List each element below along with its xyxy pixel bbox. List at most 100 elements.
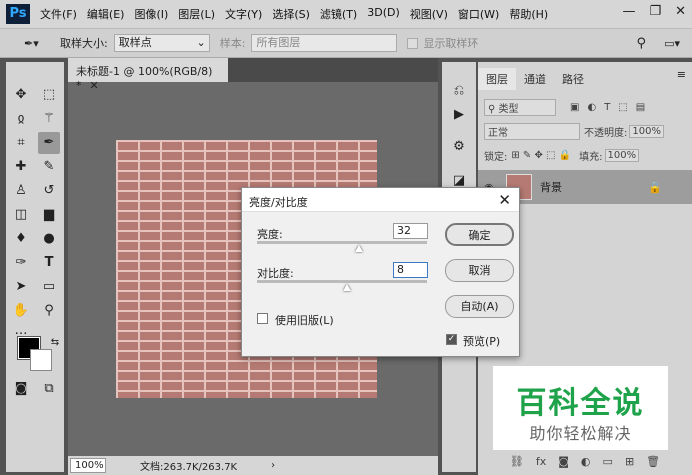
eyedropper-preset-icon[interactable]: ✒▾ bbox=[24, 37, 50, 50]
gradient-tool-icon[interactable]: ▆ bbox=[38, 204, 60, 226]
lock-pixels-icon[interactable]: ⊞ ✎ ✥ ⬚ 🔒 bbox=[511, 150, 571, 161]
opacity-label: 不透明度: bbox=[584, 127, 628, 139]
filter-pixel-icon[interactable]: ▣ bbox=[570, 102, 579, 113]
delete-icon[interactable]: 🗑 bbox=[646, 455, 660, 468]
contrast-slider-thumb[interactable] bbox=[343, 284, 352, 291]
menu-help[interactable]: 帮助(H) bbox=[509, 6, 548, 22]
move-tool-icon[interactable]: ✥ bbox=[10, 84, 32, 106]
menu-layer[interactable]: 图层(L) bbox=[178, 6, 215, 22]
menu-select[interactable]: 选择(S) bbox=[272, 6, 310, 22]
window-controls: — ❐ ✕ bbox=[622, 4, 686, 19]
close-icon[interactable]: ✕ bbox=[498, 191, 511, 209]
healing-tool-icon[interactable]: ✚ bbox=[10, 156, 32, 178]
menu-filter[interactable]: 滤镜(T) bbox=[320, 6, 357, 22]
dodge-tool-icon[interactable]: ● bbox=[38, 228, 60, 250]
menu-3d[interactable]: 3D(D) bbox=[367, 6, 400, 22]
mask-icon[interactable]: ◙ bbox=[558, 455, 569, 468]
stamp-tool-icon[interactable]: ♙ bbox=[10, 180, 32, 202]
filter-type-icon[interactable]: T bbox=[604, 102, 610, 113]
layer-filter-row: ⚲ 类型 ▣ ◐ T ⬚ ▤ bbox=[478, 96, 692, 118]
minimize-icon[interactable]: — bbox=[622, 4, 635, 19]
hand-tool-icon[interactable]: ✋ bbox=[10, 300, 32, 322]
menu-type[interactable]: 文字(Y) bbox=[225, 6, 262, 22]
layer-kind-dropdown[interactable]: ⚲ 类型 bbox=[484, 98, 556, 116]
search-icon[interactable]: ⚲ bbox=[637, 36, 647, 51]
sample-dropdown[interactable]: 所有图层 bbox=[251, 34, 398, 52]
workspace-icon[interactable]: ▭▾ bbox=[664, 37, 680, 50]
blend-mode-dropdown[interactable]: 正常 bbox=[484, 122, 580, 140]
auto-button[interactable]: 自动(A) bbox=[445, 295, 514, 318]
blur-tool-icon[interactable]: ♦ bbox=[10, 228, 32, 250]
fx-icon[interactable]: fx bbox=[536, 455, 546, 468]
menu-view[interactable]: 视图(V) bbox=[410, 6, 448, 22]
restore-icon[interactable]: ❐ bbox=[649, 4, 661, 19]
tools-panel: ✥ ⬚ ჲ ⚚ ⌗ ✒ ✚ ✎ ♙ ↺ ◫ ▆ ♦ ● ✑ T ➤ ▭ ✋ ⚲ … bbox=[6, 62, 64, 472]
fill-input[interactable]: 100% bbox=[604, 148, 640, 162]
menu-edit[interactable]: 编辑(E) bbox=[87, 6, 125, 22]
group-icon[interactable]: ▭ bbox=[603, 455, 613, 468]
tab-paths[interactable]: 路径 bbox=[554, 68, 592, 90]
sample-size-label: 取样大小: bbox=[60, 37, 108, 50]
contrast-slider[interactable] bbox=[257, 280, 427, 283]
lasso-tool-icon[interactable]: ჲ bbox=[10, 108, 32, 130]
lock-label: 锁定: bbox=[484, 151, 508, 163]
cancel-button[interactable]: 取消 bbox=[445, 259, 514, 282]
eraser-tool-icon[interactable]: ◫ bbox=[10, 204, 32, 226]
history-brush-icon[interactable]: ↺ bbox=[38, 180, 60, 202]
tab-layers[interactable]: 图层 bbox=[478, 68, 516, 90]
menu-window[interactable]: 窗口(W) bbox=[458, 6, 499, 22]
adjustment-layer-icon[interactable]: ◐ bbox=[581, 455, 591, 468]
zoom-tool-icon[interactable]: ⚲ bbox=[38, 300, 60, 322]
marquee-tool-icon[interactable]: ⬚ bbox=[38, 84, 60, 106]
menu-bar: Ps 文件(F) 编辑(E) 图像(I) 图层(L) 文字(Y) 选择(S) 滤… bbox=[0, 0, 692, 28]
sample-label: 样本: bbox=[219, 37, 246, 50]
panel-menu-icon[interactable]: ≡ bbox=[677, 68, 686, 90]
tab-channels[interactable]: 通道 bbox=[516, 68, 554, 90]
new-layer-icon[interactable]: ⊞ bbox=[625, 455, 634, 468]
watermark-subtitle: 助你轻松解决 bbox=[529, 424, 632, 443]
filter-smart-icon[interactable]: ▤ bbox=[636, 102, 645, 113]
filter-shape-icon[interactable]: ⬚ bbox=[618, 102, 627, 113]
zoom-level[interactable]: 100% bbox=[70, 458, 106, 473]
sample-size-dropdown[interactable]: 取样点 ⌄ bbox=[113, 34, 210, 52]
dialog-titlebar: 亮度/对比度 ✕ bbox=[242, 188, 519, 212]
properties-icon[interactable]: ⚙ bbox=[448, 136, 470, 158]
opacity-input[interactable]: 100% bbox=[629, 124, 664, 138]
shape-tool-icon[interactable]: ▭ bbox=[38, 276, 60, 298]
ok-button[interactable]: 确定 bbox=[445, 223, 514, 246]
show-ring-checkbox[interactable] bbox=[407, 37, 419, 49]
quick-mask-icon[interactable]: ◙ bbox=[10, 378, 32, 400]
menu-image[interactable]: 图像(I) bbox=[134, 6, 168, 22]
watermark: 百科全说 助你轻松解决 bbox=[493, 366, 668, 450]
crop-tool-icon[interactable]: ⌗ bbox=[10, 132, 32, 154]
history-icon[interactable]: ⎌ bbox=[448, 80, 470, 102]
brightness-slider-thumb[interactable] bbox=[355, 245, 363, 252]
legacy-checkbox[interactable] bbox=[257, 313, 268, 324]
preview-checkbox[interactable]: ✓ bbox=[446, 334, 457, 345]
chevron-down-icon: ⌄ bbox=[196, 36, 206, 49]
magic-wand-tool-icon[interactable]: ⚚ bbox=[38, 108, 60, 130]
brightness-input[interactable]: 32 bbox=[393, 223, 428, 239]
link-icon[interactable]: ⛓ bbox=[510, 455, 524, 468]
path-select-tool-icon[interactable]: ➤ bbox=[10, 276, 32, 298]
brush-tool-icon[interactable]: ✎ bbox=[38, 156, 60, 178]
brightness-contrast-dialog: 亮度/对比度 ✕ 亮度: 32 对比度: 8 使用旧版(L) 确定 取消 自动(… bbox=[241, 187, 520, 357]
eyedropper-tool-icon[interactable]: ✒ bbox=[38, 132, 60, 154]
document-tab[interactable]: 未标题-1 @ 100%(RGB/8) * ✕ bbox=[68, 58, 228, 92]
fill-label: 填充: bbox=[579, 151, 603, 163]
close-tab-icon[interactable]: ✕ bbox=[90, 79, 99, 92]
close-icon[interactable]: ✕ bbox=[675, 4, 686, 19]
contrast-input[interactable]: 8 bbox=[393, 262, 428, 278]
type-tool-icon[interactable]: T bbox=[38, 252, 60, 274]
filter-adjust-icon[interactable]: ◐ bbox=[587, 102, 596, 113]
layer-actions-row: ⛓ fx ◙ ◐ ▭ ⊞ 🗑 bbox=[478, 450, 692, 472]
menu-file[interactable]: 文件(F) bbox=[40, 6, 77, 22]
status-arrow-icon[interactable]: › bbox=[271, 460, 275, 471]
actions-play-icon[interactable]: ▶ bbox=[448, 104, 470, 126]
main-menu: 文件(F) 编辑(E) 图像(I) 图层(L) 文字(Y) 选择(S) 滤镜(T… bbox=[40, 6, 558, 22]
screen-mode-icon[interactable]: ⧉ bbox=[38, 378, 60, 400]
brightness-slider[interactable] bbox=[257, 241, 427, 244]
pen-tool-icon[interactable]: ✑ bbox=[10, 252, 32, 274]
photoshop-logo: Ps bbox=[6, 4, 30, 24]
background-color-swatch[interactable] bbox=[30, 349, 52, 371]
